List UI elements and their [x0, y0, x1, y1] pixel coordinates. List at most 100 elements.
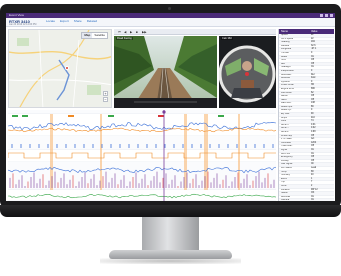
- table-cell-value: Rel: [311, 73, 315, 76]
- table-cell-value: 22: [311, 34, 314, 36]
- table-cell-name: Emergency: [281, 156, 293, 159]
- monitor-stand-neck: [142, 217, 199, 251]
- table-cell-name: Horn: [281, 59, 286, 62]
- table-cell-name: Accel X: [281, 123, 289, 126]
- forward-camera-frame: [114, 36, 217, 108]
- timeline-lane: [8, 150, 276, 162]
- timeline-lane: [8, 110, 276, 114]
- monitor-mockup: Event View RTXR 3410 Jan 24 2019 12:14:0…: [0, 0, 341, 276]
- share-link[interactable]: Share: [74, 19, 82, 23]
- stop-icon[interactable]: ■: [136, 30, 138, 34]
- table-cell-value: On: [311, 66, 315, 69]
- table-cell-value: 0.02: [311, 127, 316, 130]
- table-cell-value: Off: [311, 134, 315, 137]
- table-cell-value: 138: [311, 102, 315, 105]
- monitor-chin: [0, 205, 341, 217]
- table-cell-value: On: [311, 199, 315, 201]
- table-cell-value: On: [311, 55, 315, 58]
- telemetry-table-body: Speed 22 GPS Speed 22 Heading 184 Latitude 32.6…: [279, 34, 334, 201]
- table-cell-value: 90: [311, 113, 314, 116]
- table-cell-value: 0: [311, 51, 313, 54]
- zoom-in-button[interactable]: +: [103, 91, 108, 96]
- playhead-handle: [162, 110, 166, 114]
- fast-forward-icon[interactable]: ▶▶: [142, 30, 147, 34]
- telemetry-table: Name Value Speed 22 GPS Speed 22 Heading 184 L…: [278, 29, 334, 201]
- related-link[interactable]: Related: [87, 19, 97, 23]
- cab-camera-video[interactable]: Cab 360: [219, 36, 276, 108]
- table-cell-name: Sand: [281, 98, 287, 101]
- vehicle-location-marker[interactable]: [65, 66, 69, 70]
- table-row[interactable]: Camera On: [279, 199, 334, 201]
- table-cell-name: Engine RPM: [281, 87, 294, 90]
- table-cell-name: Headlight: [281, 66, 291, 69]
- minimize-icon[interactable]: [320, 14, 323, 17]
- screen: Event View RTXR 3410 Jan 24 2019 12:14:0…: [6, 13, 335, 201]
- step-back-icon[interactable]: ◀: [124, 30, 126, 34]
- table-cell-value: OK: [311, 192, 315, 195]
- table-cell-name: Status: [281, 192, 288, 195]
- export-link[interactable]: Export: [60, 19, 69, 23]
- table-cell-name: Odometer: [281, 141, 292, 144]
- map-type-toggle: Map Satellite: [81, 32, 108, 39]
- table-cell-value: 7: [311, 181, 313, 184]
- maximize-icon[interactable]: [325, 14, 328, 17]
- table-cell-value: 89: [311, 105, 314, 108]
- table-cell-name: Crew: [281, 184, 287, 187]
- status-chip: [158, 115, 164, 117]
- table-cell-value: 0: [311, 69, 313, 72]
- table-cell-name: Location: [281, 188, 290, 191]
- skip-back-icon[interactable]: ⏮: [118, 30, 121, 34]
- timeline-chart: [8, 110, 276, 201]
- table-cell-value: Off: [311, 145, 315, 148]
- table-cell-name: Camera: [281, 199, 290, 201]
- table-cell-name: GPS Speed: [281, 37, 294, 40]
- forward-camera-video[interactable]: Road Facing: [114, 36, 217, 108]
- table-cell-name: Alerter: [281, 95, 288, 98]
- table-cell-value: 680: [311, 87, 315, 90]
- map-type-map-button[interactable]: Map: [82, 33, 93, 38]
- table-cell-name: Throttle: [281, 51, 289, 54]
- table-cell-value: 410: [311, 116, 315, 119]
- table-cell-value: Off: [311, 98, 315, 101]
- locate-link[interactable]: Locate: [46, 19, 55, 23]
- zoom-out-button[interactable]: −: [103, 97, 108, 102]
- channel-timeline[interactable]: [8, 110, 276, 201]
- map-type-satellite-button[interactable]: Satellite: [92, 33, 107, 38]
- table-cell-value: 1: [311, 177, 313, 180]
- table-cell-name: Bell: [281, 62, 285, 65]
- table-cell-value: MP 12: [311, 188, 318, 191]
- table-cell-value: On: [311, 149, 315, 151]
- table-cell-value: 0: [311, 80, 313, 83]
- status-chip: [218, 115, 224, 117]
- table-cell-value: On: [311, 195, 315, 198]
- table-cell-name: Accel Z: [281, 131, 289, 134]
- map-zoom-controls: + −: [103, 91, 108, 102]
- map-tiles: [9, 30, 111, 107]
- table-cell-name: Event: [281, 177, 287, 180]
- table-cell-value: 184: [311, 41, 315, 44]
- table-cell-name: Heading: [281, 41, 290, 44]
- timeline-lane: [8, 190, 276, 201]
- event-timestamp: Jan 24 2019 12:14:03 PM: [9, 23, 37, 26]
- status-chip: [12, 115, 18, 117]
- table-cell-value: Off: [311, 156, 315, 159]
- table-cell-value: 2: [311, 184, 313, 187]
- table-cell-value: -97.1: [311, 48, 317, 51]
- video-player-controls: ⏮ ◀ ▶ ■ ▶▶: [114, 29, 276, 35]
- event-marker: [184, 114, 187, 190]
- table-cell-value: 0.98: [311, 131, 316, 134]
- table-cell-value: 74: [311, 120, 314, 123]
- status-chip: [68, 115, 74, 117]
- table-cell-name: Independent: [281, 69, 294, 72]
- play-icon[interactable]: ▶: [130, 30, 132, 34]
- table-cell-value: Off: [311, 95, 315, 98]
- monitor-stand-base: [109, 250, 232, 259]
- close-icon[interactable]: [330, 14, 333, 17]
- table-cell-name: Temp: [281, 170, 287, 173]
- table-cell-value: 0: [311, 109, 313, 112]
- webcam-icon: [168, 7, 171, 10]
- status-chip: [22, 115, 28, 117]
- table-cell-name: Recorder: [281, 195, 291, 198]
- map-panel[interactable]: Map Satellite + −: [8, 29, 112, 108]
- table-cell-name: PTC State: [281, 138, 292, 141]
